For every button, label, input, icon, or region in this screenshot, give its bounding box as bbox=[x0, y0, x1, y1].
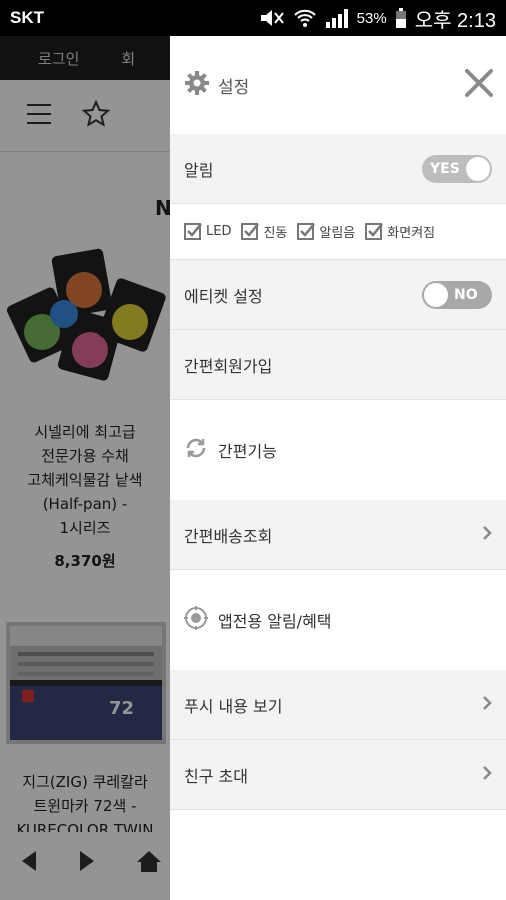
chevron-right-icon bbox=[482, 525, 492, 545]
led-checkbox[interactable]: LED bbox=[184, 222, 231, 241]
chevron-right-icon bbox=[482, 765, 492, 785]
delivery-label: 간편배송조회 bbox=[184, 526, 273, 546]
target-icon bbox=[184, 606, 208, 634]
notification-options: LED 진동 알림음 화면켜짐 bbox=[170, 204, 506, 260]
mute-icon bbox=[259, 8, 285, 28]
drawer-header: 설정 bbox=[170, 36, 506, 134]
toggle-state: YES bbox=[430, 160, 460, 177]
etiquette-label: 에티켓 설정 bbox=[184, 286, 263, 306]
invite-label: 친구 초대 bbox=[184, 766, 248, 786]
invite-row[interactable]: 친구 초대 bbox=[170, 740, 506, 810]
push-view-row[interactable]: 푸시 내용 보기 bbox=[170, 670, 506, 740]
checkbox-label: 알림음 bbox=[319, 226, 356, 241]
chevron-right-icon bbox=[482, 695, 492, 715]
screen-on-checkbox[interactable]: 화면켜짐 bbox=[365, 222, 435, 241]
battery-percent: 53% bbox=[356, 9, 387, 27]
notification-row: 알림 YES bbox=[170, 134, 506, 204]
toggle-state: NO bbox=[454, 286, 478, 303]
easy-function-label: 간편기능 bbox=[218, 442, 277, 461]
refresh-icon bbox=[184, 436, 208, 464]
settings-drawer: 설정 알림 YES LED 진동 알림음 화면켜짐 에티켓 설정 NO 간편회원… bbox=[170, 36, 506, 900]
app-benefits-row[interactable]: 앱전용 알림/혜택 bbox=[170, 570, 506, 670]
wifi-icon bbox=[293, 8, 317, 28]
easy-function-row[interactable]: 간편기능 bbox=[170, 400, 506, 500]
app-benefits-label: 앱전용 알림/혜택 bbox=[218, 612, 332, 631]
gear-icon bbox=[184, 70, 210, 100]
checkbox-icon bbox=[365, 223, 384, 240]
checkbox-icon bbox=[241, 223, 260, 240]
vibration-checkbox[interactable]: 진동 bbox=[241, 222, 287, 241]
notification-label: 알림 bbox=[184, 160, 214, 180]
toggle-knob bbox=[424, 282, 448, 307]
delivery-row[interactable]: 간편배송조회 bbox=[170, 500, 506, 570]
close-icon[interactable] bbox=[464, 68, 494, 102]
sound-checkbox[interactable]: 알림음 bbox=[297, 222, 355, 241]
battery-icon bbox=[395, 8, 407, 28]
checkbox-label: 진동 bbox=[263, 226, 288, 241]
checkbox-label: LED bbox=[206, 224, 232, 239]
signal-icon bbox=[325, 8, 349, 28]
toggle-knob bbox=[466, 156, 490, 181]
status-bar: SKT 53% 오후 2:13 bbox=[0, 0, 506, 36]
checkbox-icon bbox=[297, 223, 316, 240]
etiquette-toggle[interactable]: NO bbox=[422, 280, 492, 309]
clock: 오후 2:13 bbox=[414, 9, 496, 32]
signup-row[interactable]: 간편회원가입 bbox=[170, 330, 506, 400]
etiquette-row: 에티켓 설정 NO bbox=[170, 260, 506, 330]
push-view-label: 푸시 내용 보기 bbox=[184, 696, 283, 716]
carrier-label: SKT bbox=[10, 8, 44, 27]
signup-label: 간편회원가입 bbox=[184, 356, 273, 376]
drawer-title: 설정 bbox=[218, 77, 250, 98]
checkbox-icon bbox=[184, 223, 202, 240]
notification-toggle[interactable]: YES bbox=[422, 154, 492, 183]
checkbox-label: 화면켜짐 bbox=[387, 226, 436, 241]
